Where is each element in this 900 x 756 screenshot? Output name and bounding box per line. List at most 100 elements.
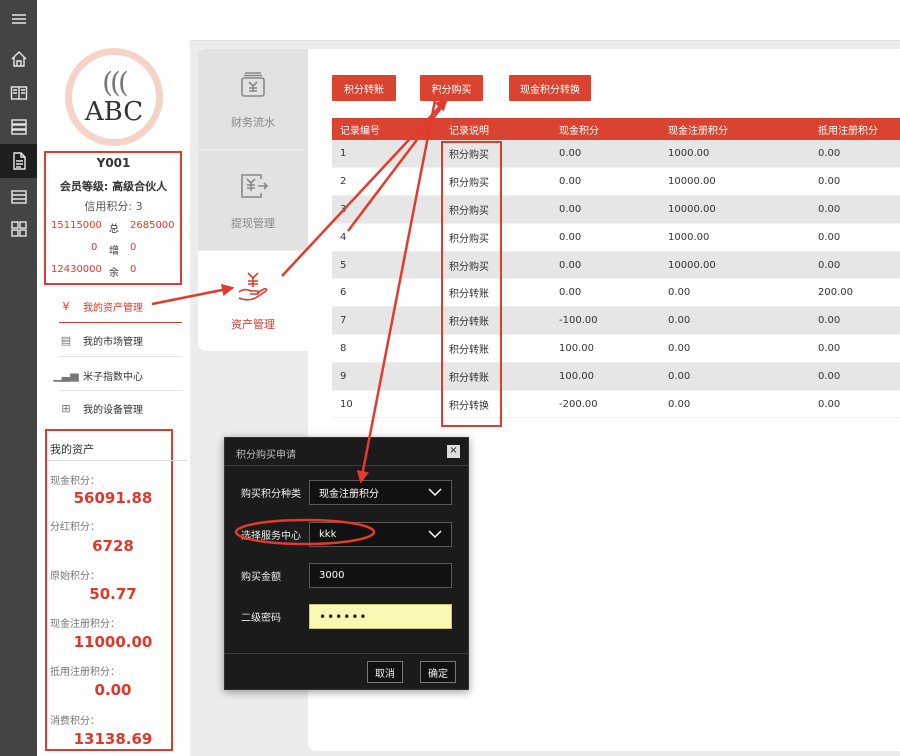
assets-divider [47,460,187,461]
close-icon[interactable]: × [447,445,460,458]
asset-label: 消费积分： [50,716,100,727]
cell: 7 [332,306,441,336]
stat-increase-left: 0 [91,242,98,253]
tab-finance-flow[interactable]: 财务流水 [198,49,308,149]
menu-item-asset-management[interactable]: ¥ 我的资产管理 [59,291,204,321]
home-icon[interactable] [0,42,37,76]
convert-button[interactable]: 现金积分转换 [509,75,591,101]
asset-label: 分红积分： [50,522,100,533]
cell: 0.00 [660,306,810,336]
cell: -200.00 [551,390,660,419]
cell: 10000.00 [660,167,810,197]
amount-label: 购买金额 [241,572,281,583]
cell: 5 [332,251,441,280]
table-row[interactable]: 3 积分购买 0.00 10000.00 0.00 [332,195,900,224]
market-icon: ▤ [60,333,72,347]
purchase-button[interactable]: 积分购买 [420,75,483,101]
points-type-value: 现金注册积分 [319,489,379,500]
cell: 1 [332,140,441,169]
table-row[interactable]: 2 积分购买 0.00 10000.00 0.00 [332,167,900,197]
header-cash-register-points: 现金注册积分 [660,118,810,140]
cell: 0.00 [551,223,660,252]
cell: 1000.00 [660,140,810,169]
tab-withdraw-management[interactable]: 提现管理 [198,150,308,250]
stat-total-right: 2685000 [130,220,175,231]
asset-label: 抵用注册积分： [50,667,120,678]
asset-value: 56091.88 [73,489,153,507]
grid-icon: ⊞ [61,401,71,415]
cell: 0.00 [810,334,900,363]
dialog-header: 积分购买申请 × [225,438,468,466]
cell: 0.00 [810,390,900,419]
asset-value: 6728 [92,537,134,555]
tab-asset-management[interactable]: 资产管理 [198,251,308,351]
document-icon[interactable] [0,144,37,178]
menu-item-market-management[interactable]: ▤ 我的市场管理 [59,325,204,355]
cell: 10 [332,390,441,419]
amount-input[interactable]: 3000 [309,563,452,588]
table-row[interactable]: 9 积分转账 100.00 0.00 0.00 [332,362,900,391]
icon-rail [0,0,37,756]
stat-balance-right: 0 [130,264,137,275]
cell: 0.00 [810,195,900,224]
finance-icon [241,72,265,97]
profile-sidebar: ((( ABC Y001 会员等级: 高级合伙人 信用积分: 3 1511500… [37,0,190,756]
header-voucher-register-points: 抵用注册积分 [810,118,900,140]
menu-divider [59,322,182,323]
cell: 0.00 [810,223,900,252]
cell: 2 [332,167,441,197]
stat-balance-left: 12430000 [51,264,102,275]
table-row[interactable]: 5 积分购买 0.00 10000.00 0.00 [332,251,900,280]
table-row[interactable]: 7 积分转账 -100.00 0.00 0.00 [332,306,900,336]
table-row[interactable]: 8 积分转账 100.00 0.00 0.00 [332,334,900,363]
menu-divider [59,390,182,391]
menu-icon[interactable] [0,2,37,36]
cell: 10000.00 [660,195,810,224]
cell: 10000.00 [660,251,810,280]
service-center-value: kkk [319,529,337,540]
cell: 8 [332,334,441,363]
columns-icon[interactable] [0,76,37,110]
cell: 0.00 [810,306,900,336]
asset-label: 原始积分： [50,571,100,582]
table-row[interactable]: 10 积分转换 -200.00 0.00 0.00 [332,390,900,419]
points-type-select[interactable]: 现金注册积分 [309,480,452,505]
header-cash-points: 现金积分 [551,118,660,140]
cancel-button[interactable]: 取消 [367,661,403,683]
table-row[interactable]: 6 积分转账 0.00 0.00 200.00 [332,278,900,308]
dialog-divider [225,653,468,654]
cell: 100.00 [551,362,660,391]
tab-label: 财务流水 [231,116,275,129]
password-input[interactable]: •••••• [309,604,452,629]
cell: 4 [332,223,441,252]
table-row[interactable]: 1 积分购买 0.00 1000.00 0.00 [332,140,900,169]
cell: 0.00 [810,251,900,280]
menu-item-label: 我的市场管理 [83,336,143,348]
menu-item-device-management[interactable]: ⊞ 我的设备管理 [59,393,204,423]
stat-total-left: 15115000 [51,220,102,231]
cell: 0.00 [810,167,900,197]
transfer-button[interactable]: 积分转账 [332,75,396,101]
password-label: 二级密码 [241,613,281,624]
grid-icon[interactable] [0,212,37,246]
withdraw-icon [241,174,269,198]
confirm-button[interactable]: 确定 [420,661,456,683]
cell: 100.00 [551,334,660,363]
service-center-select[interactable]: kkk [309,522,452,547]
stat-balance-label: 余 [109,268,119,279]
card-icon[interactable] [0,180,37,214]
cell: -100.00 [551,306,660,336]
table-row[interactable]: 4 积分购买 0.00 1000.00 0.00 [332,223,900,252]
cell: 0.00 [551,195,660,224]
menu-item-label: 米子指数中心 [83,371,143,383]
stat-total-label: 总 [109,224,119,235]
cell: 0.00 [551,140,660,169]
header-record-id: 记录编号 [332,118,441,140]
cell: 0.00 [551,251,660,280]
menu-item-index-center[interactable]: ▁▃▅ 米子指数中心 [53,360,204,390]
list-icon[interactable] [0,110,37,144]
service-center-label: 选择服务中心 [241,531,301,542]
cell: 6 [332,278,441,308]
credit-score: 信用积分: 3 [84,200,143,213]
logo-text: ABC [84,97,144,127]
